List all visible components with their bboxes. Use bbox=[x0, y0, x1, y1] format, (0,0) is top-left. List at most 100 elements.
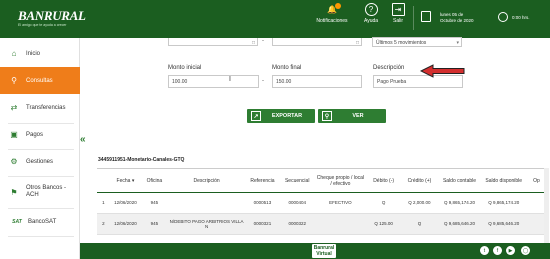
notifications-label: Notificaciones bbox=[316, 18, 348, 24]
export-icon: ↗ bbox=[251, 111, 261, 121]
sidebar-item-transferencias[interactable]: ⇄ Transferencias bbox=[0, 94, 80, 121]
bank-icon: ⚑ bbox=[10, 187, 18, 197]
table-cell: 945 bbox=[141, 192, 168, 214]
chevron-down-icon: ▾ bbox=[456, 40, 459, 46]
sidebar-item-otros-bancos[interactable]: ⚑ Otros Bancos - ACH bbox=[0, 177, 80, 207]
sidebar-item-label: Pagos bbox=[26, 131, 44, 138]
table-cell: 0000322 bbox=[279, 213, 316, 235]
sidebar-item-label: Transferencias bbox=[26, 104, 66, 111]
account-title: 3445911951-Monetario-Canales-GTQ bbox=[98, 157, 185, 163]
money-icon: ▣ bbox=[10, 130, 18, 139]
column-header: Débito (-) bbox=[365, 170, 402, 193]
logout-button[interactable]: ⇥ Salir bbox=[389, 3, 407, 24]
sidebar-item-label: Otros Bancos - ACH bbox=[26, 185, 67, 198]
transfer-icon: ⇄ bbox=[10, 103, 18, 112]
help-button[interactable]: ? Ayuda bbox=[360, 3, 382, 24]
column-header: Crédito (+) bbox=[401, 170, 438, 193]
home-icon: ⌂ bbox=[11, 49, 17, 58]
table-header-row: Fecha ▾ Oficina Descripción Referencia S… bbox=[97, 170, 547, 193]
column-header-fecha[interactable]: Fecha ▾ bbox=[109, 170, 142, 193]
search-icon: ⚲ bbox=[11, 76, 17, 85]
table-cell: Q 9,865,174.20 bbox=[481, 192, 526, 214]
column-header: Saldo contable bbox=[437, 170, 482, 193]
table-cell: 0000404 bbox=[279, 192, 316, 214]
logo-tagline: El amigo que te ayuda a crecer bbox=[18, 23, 67, 27]
sidebar-item-pagos[interactable]: ▣ Pagos bbox=[0, 121, 80, 148]
fecha-inicio-field[interactable]: □ bbox=[168, 38, 258, 46]
column-header bbox=[97, 170, 110, 193]
export-button[interactable]: ↗ EXPORTAR bbox=[247, 109, 315, 123]
help-label: Ayuda bbox=[363, 18, 379, 24]
monto-final-input[interactable] bbox=[272, 75, 362, 88]
table-cell: 12/06/2020 bbox=[109, 192, 142, 214]
youtube-icon[interactable]: ▶ bbox=[506, 246, 515, 255]
red-arrow-icon bbox=[420, 64, 465, 78]
table-cell bbox=[315, 213, 366, 235]
view-button[interactable]: ⚲ VER bbox=[318, 109, 386, 123]
column-header: Secuencial bbox=[279, 170, 316, 193]
help-icon: ? bbox=[364, 3, 378, 16]
logout-label: Salir bbox=[392, 18, 403, 24]
sidebar-item-consultas[interactable]: ⚲ Consultas bbox=[0, 67, 80, 94]
clock-icon bbox=[498, 12, 508, 22]
search-icon: ⚲ bbox=[322, 111, 332, 121]
monto-final-label: Monto final bbox=[272, 65, 302, 71]
sidebar-item-label: Gestiones bbox=[26, 158, 54, 165]
calendar-icon bbox=[421, 11, 431, 22]
sidebar-item-label: Consultas bbox=[26, 77, 53, 84]
table-cell: Q bbox=[365, 192, 402, 214]
logo-text: BANRURAL bbox=[18, 8, 86, 23]
table-cell: Q 9,865,174.20 bbox=[437, 192, 482, 214]
column-header: Cheque propio / local / efectivo bbox=[315, 170, 366, 193]
table-cell: Q 2,000.00 bbox=[401, 192, 438, 214]
table-cell: 1 bbox=[97, 192, 110, 214]
table-cell: Q 125.00 bbox=[365, 213, 402, 235]
table-cell: Q 9,685,646.20 bbox=[481, 213, 526, 235]
table-row[interactable]: 2 12/06/2020 945 N/DEBITO PAGO ARBITRIOS… bbox=[97, 213, 547, 235]
view-button-label: VER bbox=[352, 113, 364, 119]
table-cell: EFECTIVO bbox=[315, 192, 366, 214]
calendar-small-icon: □ bbox=[355, 40, 359, 46]
sidebar-item-inicio[interactable]: ⌂ Inicio bbox=[0, 40, 80, 67]
sidebar-divider bbox=[8, 236, 74, 237]
date-range-dash: - bbox=[262, 38, 264, 44]
monto-inicial-input[interactable] bbox=[168, 75, 259, 88]
table-cell: Q bbox=[401, 213, 438, 235]
table-row[interactable]: 1 12/06/2020 945 0000513 0000404 EFECTIV… bbox=[97, 192, 547, 214]
export-button-label: EXPORTAR bbox=[271, 113, 303, 119]
twitter-icon[interactable]: t bbox=[480, 246, 489, 255]
table-scrollbar[interactable] bbox=[544, 168, 549, 243]
facebook-icon[interactable]: f bbox=[493, 246, 502, 255]
logout-icon: ⇥ bbox=[391, 3, 405, 16]
text-cursor-icon: I bbox=[229, 76, 231, 83]
banrural-virtual-logo[interactable]: Banrural Virtual bbox=[312, 244, 336, 258]
top-header: BANRURAL El amigo que te ayuda a crecer … bbox=[0, 0, 550, 38]
notifications-button[interactable]: 🔔 Notificaciones bbox=[313, 3, 351, 24]
table-cell: 0000513 bbox=[245, 192, 280, 214]
sidebar-item-label: BancoSAT bbox=[28, 218, 57, 225]
movements-table: Fecha ▾ Oficina Descripción Referencia S… bbox=[97, 170, 547, 235]
column-header: Saldo disponible bbox=[481, 170, 526, 193]
sidebar-item-label: Inicio bbox=[26, 50, 41, 57]
collapse-sidebar-icon[interactable]: « bbox=[80, 134, 86, 145]
instagram-icon[interactable]: ◯ bbox=[521, 246, 530, 255]
footer-bar: Banrural Virtual t f ▶ ◯ bbox=[80, 243, 550, 259]
table-top-border bbox=[97, 168, 547, 169]
table-cell: 945 bbox=[141, 213, 168, 235]
fecha-fin-field[interactable]: □ bbox=[272, 38, 362, 46]
banrural-logo[interactable]: BANRURAL El amigo que te ayuda a crecer bbox=[6, 3, 86, 31]
table-cell: Q 9,685,646.20 bbox=[437, 213, 482, 235]
calendar-small-icon: □ bbox=[251, 40, 255, 46]
notification-badge bbox=[335, 3, 341, 9]
period-select-value: Últimos 5 movimientos bbox=[376, 40, 427, 46]
column-header: Descripción bbox=[167, 170, 246, 193]
table-cell: 0000321 bbox=[245, 213, 280, 235]
sidebar-item-gestiones[interactable]: ⚙ Gestiones bbox=[0, 148, 80, 175]
sidebar-item-bancosat[interactable]: SAT BancoSAT bbox=[0, 208, 80, 235]
period-select[interactable]: Últimos 5 movimientos ▾ bbox=[372, 37, 462, 47]
table-cell bbox=[167, 192, 246, 214]
table-cell: 12/06/2020 bbox=[109, 213, 142, 235]
table-cell: 2 bbox=[97, 213, 110, 235]
monto-inicial-label: Monto inicial bbox=[168, 65, 202, 71]
sat-icon: SAT bbox=[12, 218, 22, 225]
